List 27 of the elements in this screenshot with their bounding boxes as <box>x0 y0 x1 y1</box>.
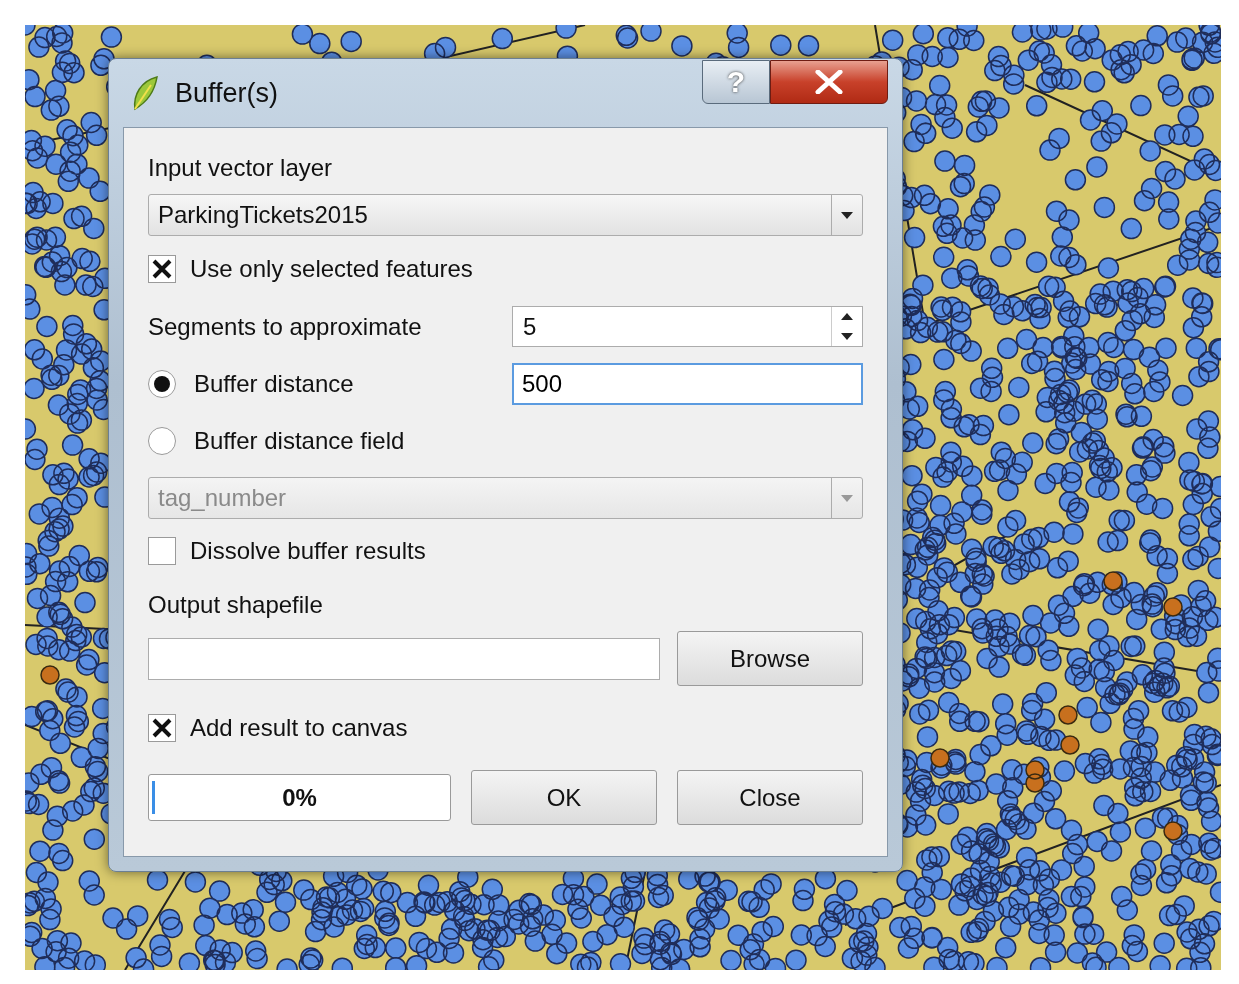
checkbox[interactable] <box>148 714 176 742</box>
field-label: Input vector layer <box>148 154 334 182</box>
spin-box[interactable]: 5 <box>512 306 863 347</box>
close-button[interactable] <box>770 60 888 104</box>
up-arrow-icon[interactable] <box>841 313 853 321</box>
window-title: Buffer(s) <box>175 77 279 109</box>
close-icon <box>815 70 843 94</box>
progress-text: 0% <box>282 783 317 812</box>
input-field[interactable]: 500 <box>511 363 863 405</box>
radio-button[interactable] <box>148 427 176 455</box>
checkbox-label: Add result to canvas <box>190 714 408 742</box>
field-label: Output shapefile <box>148 591 324 619</box>
field-label: Segments to approximate <box>148 312 423 341</box>
checkbox[interactable] <box>148 537 176 565</box>
checkbox[interactable] <box>148 255 176 283</box>
browse-button[interactable]: Browse <box>677 631 863 686</box>
close-dialog-button[interactable]: Close <box>677 770 863 825</box>
radio-label: Buffer distance <box>194 370 354 398</box>
caret-icon[interactable] <box>841 211 853 219</box>
radio-button[interactable] <box>148 370 176 398</box>
input-field[interactable] <box>148 637 660 680</box>
radio-label: Buffer distance field <box>194 427 405 455</box>
ok-button[interactable]: OK <box>471 770 657 825</box>
checkbox-label: Use only selected features <box>190 255 473 283</box>
caret-icon[interactable] <box>841 332 853 340</box>
dropdown[interactable]: ParkingTickets2015 <box>148 194 863 236</box>
checkbox-label: Dissolve buffer results <box>190 537 426 565</box>
